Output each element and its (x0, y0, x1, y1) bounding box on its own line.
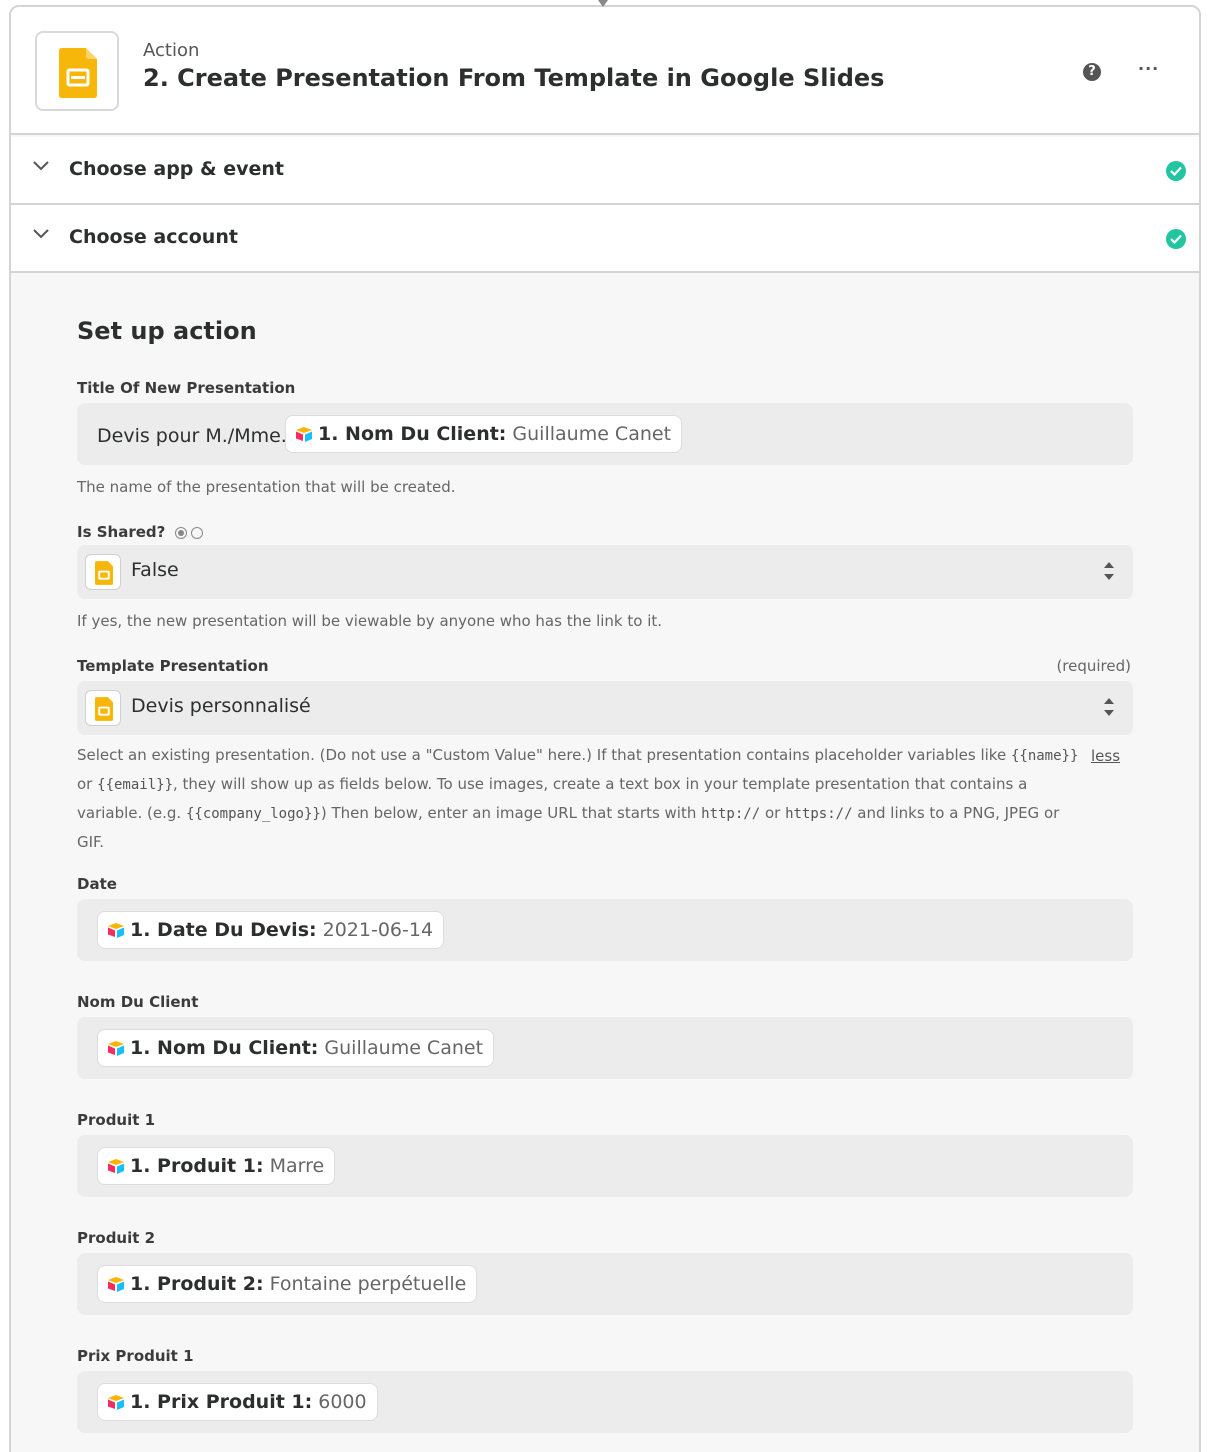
required-indicator: (required) (1056, 657, 1131, 675)
section-choose-app[interactable]: Choose app & event (11, 137, 1199, 205)
field-help-template: Select an existing presentation. (Do not… (77, 746, 1079, 851)
airtable-icon (108, 1041, 124, 1056)
setup-action-section: Set up action Title Of New Presentation … (11, 273, 1199, 1452)
airtable-icon (108, 923, 124, 938)
radio-option-selected[interactable] (174, 526, 187, 539)
step-header: Action 2. Create Presentation From Templ… (11, 7, 1199, 135)
section-title: Set up action (77, 317, 257, 345)
section-label: Choose app & event (69, 158, 284, 180)
mapped-field-pill[interactable]: 1. Produit 1: Marre (97, 1147, 336, 1185)
prix-produit-1-input[interactable]: 1. Prix Produit 1: 6000 (77, 1371, 1133, 1433)
select-value: False (131, 559, 179, 581)
select-arrows-icon (1104, 698, 1114, 716)
app-tile-small (85, 690, 121, 726)
app-tile (35, 31, 119, 111)
airtable-icon (108, 1395, 124, 1410)
chevron-down-icon (33, 229, 49, 239)
mapped-field-pill[interactable]: 1. Nom Du Client: Guillaume Canet (285, 415, 683, 453)
template-select[interactable]: Devis personnalisé (77, 681, 1133, 735)
field-label-prix-produit-1: Prix Produit 1 (77, 1347, 194, 1365)
check-icon (1166, 229, 1186, 249)
field-label-produit-1: Produit 1 (77, 1111, 156, 1129)
question-icon[interactable]: ? (1083, 63, 1101, 81)
airtable-icon (296, 427, 312, 442)
section-label: Choose account (69, 226, 238, 248)
is-shared-select[interactable]: False (77, 545, 1133, 599)
field-label-is-shared: Is Shared? (77, 523, 203, 541)
airtable-icon (108, 1277, 124, 1292)
field-label-title: Title Of New Presentation (77, 379, 296, 397)
action-step-card: Action 2. Create Presentation From Templ… (9, 5, 1201, 1452)
check-icon (1166, 161, 1186, 181)
field-label-template: Template Presentation (77, 657, 269, 675)
connector-arrow-icon (598, 0, 608, 7)
airtable-icon (108, 1159, 124, 1174)
google-slides-icon (95, 697, 113, 721)
mapped-field-pill[interactable]: 1. Date Du Devis: 2021-06-14 (97, 911, 445, 949)
ellipsis-icon[interactable]: ··· (1138, 59, 1159, 78)
google-slides-icon (59, 48, 97, 98)
field-help-is-shared: If yes, the new presentation will be vie… (77, 612, 663, 630)
app-tile-small (85, 554, 121, 590)
less-link[interactable]: less (1091, 747, 1120, 765)
radio-option[interactable] (190, 526, 203, 539)
step-type-label: Action (143, 40, 200, 61)
field-label-produit-2: Produit 2 (77, 1229, 156, 1247)
google-slides-icon (95, 561, 113, 585)
mapped-field-pill[interactable]: 1. Produit 2: Fontaine perpétuelle (97, 1265, 478, 1303)
select-arrows-icon (1104, 562, 1114, 580)
nom-du-client-input[interactable]: 1. Nom Du Client: Guillaume Canet (77, 1017, 1133, 1079)
field-help-title: The name of the presentation that will b… (77, 478, 456, 496)
produit-1-input[interactable]: 1. Produit 1: Marre (77, 1135, 1133, 1197)
chevron-down-icon (33, 161, 49, 171)
mapped-field-pill[interactable]: 1. Nom Du Client: Guillaume Canet (97, 1029, 495, 1067)
title-input[interactable]: Devis pour M./Mme. 1. Nom Du Client: Gui… (77, 403, 1133, 465)
produit-2-input[interactable]: 1. Produit 2: Fontaine perpétuelle (77, 1253, 1133, 1315)
mapped-field-pill[interactable]: 1. Prix Produit 1: 6000 (97, 1383, 378, 1421)
step-title: 2. Create Presentation From Template in … (143, 64, 885, 92)
date-input[interactable]: 1. Date Du Devis: 2021-06-14 (77, 899, 1133, 961)
select-value: Devis personnalisé (131, 695, 311, 717)
field-label-nom-du-client: Nom Du Client (77, 993, 199, 1011)
title-static-text: Devis pour M./Mme. (97, 425, 287, 447)
field-label-date: Date (77, 875, 117, 893)
section-choose-account[interactable]: Choose account (11, 205, 1199, 273)
